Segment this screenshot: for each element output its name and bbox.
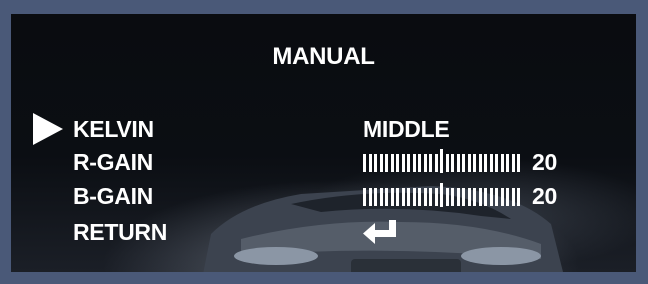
slider-tick xyxy=(489,188,493,206)
slider-tick xyxy=(511,154,515,172)
slider-tick xyxy=(456,188,460,206)
slider-tick xyxy=(363,188,366,206)
slider-tick xyxy=(500,154,504,172)
b-gain-value: 20 xyxy=(532,183,557,209)
slider-tick xyxy=(429,154,432,172)
slider-tick xyxy=(368,188,372,206)
slider-tick xyxy=(484,188,487,206)
slider-tick xyxy=(462,188,465,206)
slider-tick xyxy=(495,188,498,206)
slider-tick xyxy=(473,154,476,172)
slider-tick xyxy=(407,188,410,206)
slider-tick xyxy=(401,188,405,206)
slider-tick xyxy=(401,154,405,172)
slider-tick xyxy=(423,154,427,172)
slider-tick xyxy=(517,188,520,206)
slider-tick xyxy=(390,188,394,206)
selection-cursor-icon xyxy=(33,113,63,145)
slider-tick xyxy=(451,188,454,206)
slider-tick xyxy=(412,154,416,172)
slider-tick xyxy=(396,188,399,206)
slider-tick xyxy=(412,188,416,206)
slider-tick xyxy=(374,154,377,172)
slider-indicator xyxy=(440,183,443,207)
b-gain-slider[interactable] xyxy=(363,183,523,207)
slider-tick xyxy=(385,188,388,206)
slider-tick xyxy=(368,154,372,172)
slider-tick xyxy=(385,154,388,172)
kelvin-value[interactable]: MIDDLE xyxy=(363,116,450,142)
slider-tick xyxy=(407,154,410,172)
osd-screen: MANUAL KELVIN MIDDLE R-GAIN 20 B-GAIN 20… xyxy=(11,14,636,272)
slider-tick xyxy=(511,188,515,206)
slider-tick xyxy=(456,154,460,172)
slider-tick xyxy=(434,188,438,206)
slider-tick xyxy=(379,154,383,172)
slider-tick xyxy=(473,188,476,206)
slider-tick xyxy=(363,154,366,172)
slider-tick xyxy=(445,188,449,206)
menu-item-b-gain[interactable]: B-GAIN xyxy=(73,183,153,209)
menu-item-kelvin[interactable]: KELVIN xyxy=(73,116,154,142)
slider-tick xyxy=(506,188,509,206)
r-gain-slider[interactable] xyxy=(363,149,523,173)
slider-tick xyxy=(506,154,509,172)
slider-tick xyxy=(517,154,520,172)
slider-tick xyxy=(489,154,493,172)
menu-item-return[interactable]: RETURN xyxy=(73,219,167,245)
slider-tick xyxy=(500,188,504,206)
slider-tick xyxy=(379,188,383,206)
slider-tick xyxy=(390,154,394,172)
slider-indicator xyxy=(440,149,443,173)
slider-tick xyxy=(467,188,471,206)
slider-tick xyxy=(423,188,427,206)
slider-tick xyxy=(478,188,482,206)
return-arrow-icon[interactable] xyxy=(363,220,399,248)
slider-tick xyxy=(445,154,449,172)
slider-tick xyxy=(418,188,421,206)
slider-tick xyxy=(484,154,487,172)
menu-title: MANUAL xyxy=(272,43,375,70)
car-background-image xyxy=(203,186,563,272)
slider-tick xyxy=(467,154,471,172)
slider-tick xyxy=(396,154,399,172)
slider-tick xyxy=(451,154,454,172)
slider-tick xyxy=(429,188,432,206)
slider-tick xyxy=(418,154,421,172)
slider-tick xyxy=(434,154,438,172)
slider-tick xyxy=(495,154,498,172)
slider-tick xyxy=(462,154,465,172)
slider-tick xyxy=(374,188,377,206)
menu-item-r-gain[interactable]: R-GAIN xyxy=(73,149,153,175)
slider-tick xyxy=(478,154,482,172)
r-gain-value: 20 xyxy=(532,149,557,175)
